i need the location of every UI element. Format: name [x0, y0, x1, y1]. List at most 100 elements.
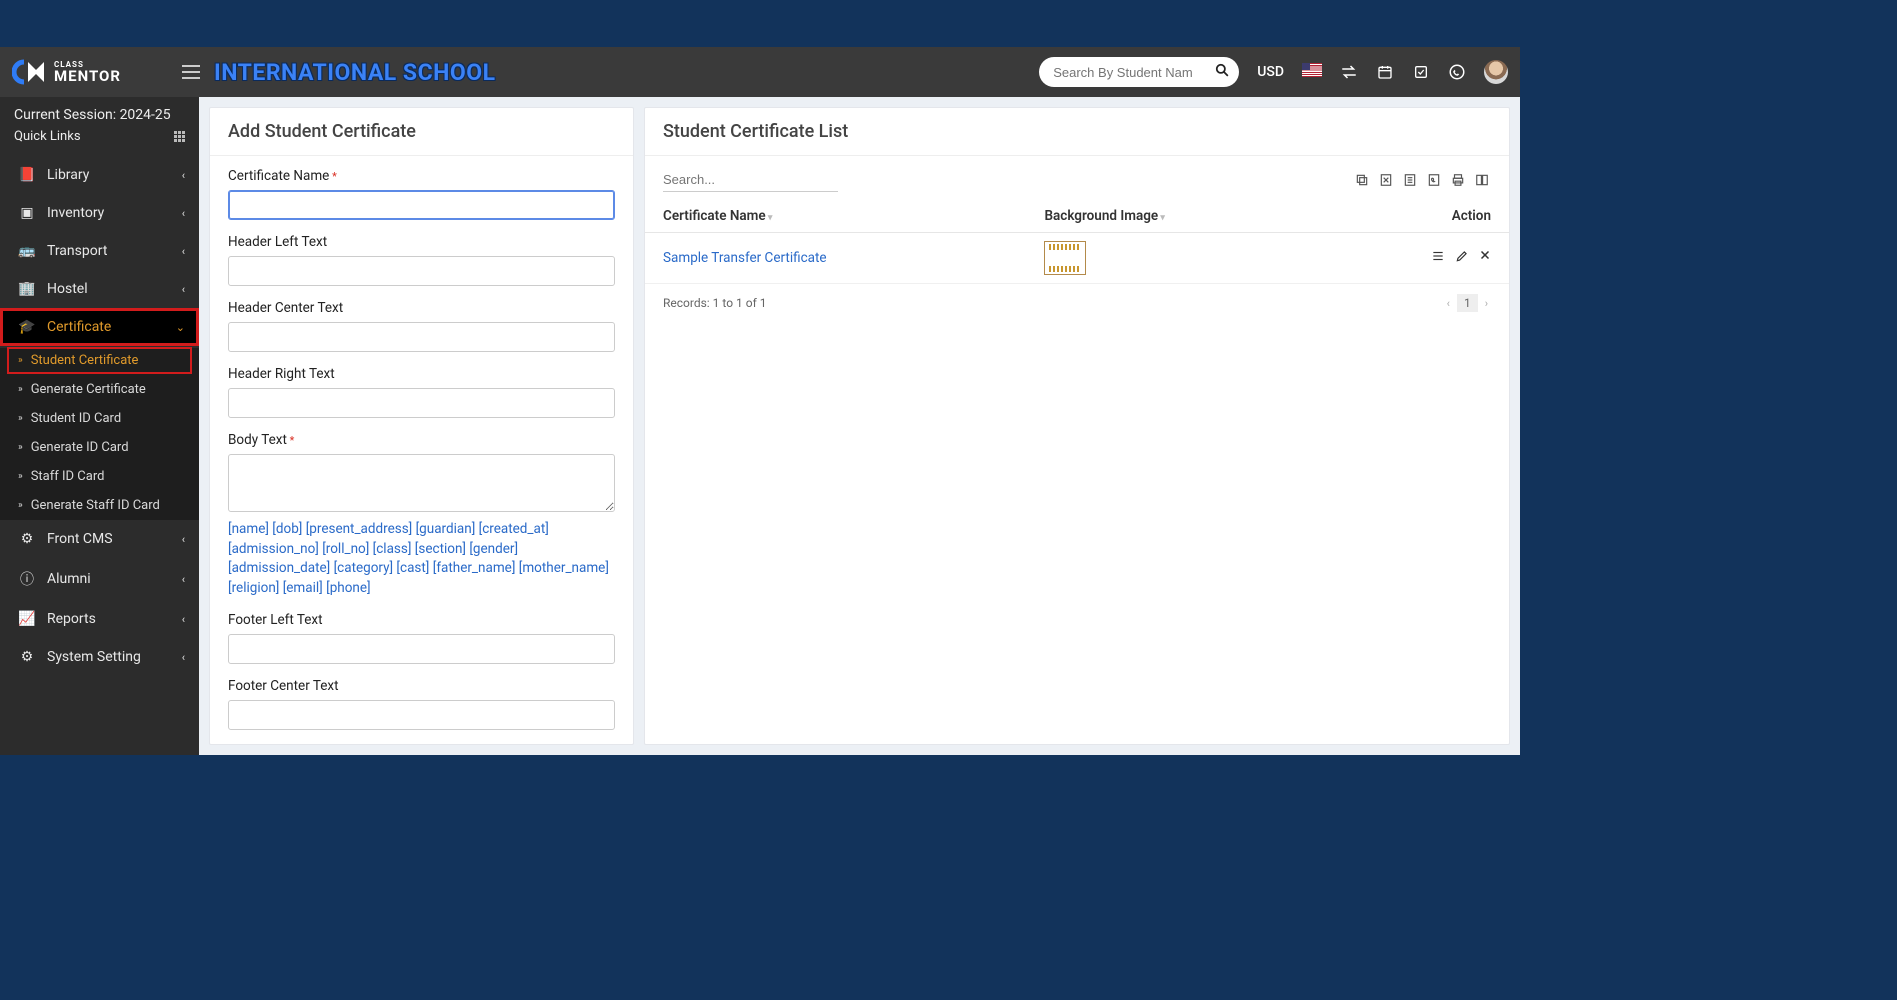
form-title: Add Student Certificate [210, 108, 633, 156]
student-search-input[interactable] [1053, 65, 1210, 80]
header-right-label: Header Right Text [228, 366, 615, 382]
edit-icon[interactable] [1455, 249, 1469, 267]
app-logo[interactable]: CLASSMENTOR [12, 58, 182, 86]
chevron-double-icon: » [18, 355, 23, 366]
logo-label-big: MENTOR [54, 69, 121, 84]
nav-certificate-submenu: »Student Certificate »Generate Certifica… [0, 348, 199, 520]
chevron-left-icon: ‹ [182, 207, 185, 220]
nav-alumni[interactable]: ⓘAlumni‹ [0, 558, 199, 600]
nav-certificate[interactable]: 🎓Certificate⌄ [0, 308, 199, 346]
nav-library-label: Library [47, 167, 89, 183]
excel-icon[interactable] [1377, 171, 1395, 189]
search-icon[interactable] [1211, 63, 1234, 81]
chevron-double-icon: » [18, 500, 23, 511]
subnav-generate-staff-id[interactable]: »Generate Staff ID Card [0, 491, 199, 520]
nav-system[interactable]: ⚙System Setting‹ [0, 638, 199, 676]
user-avatar[interactable] [1484, 60, 1508, 84]
globe-icon: ⚙ [17, 531, 37, 547]
export-toolbar [1353, 171, 1491, 189]
table-row: Sample Transfer Certificate [645, 233, 1509, 284]
print-icon[interactable] [1449, 171, 1467, 189]
currency-selector[interactable]: USD [1257, 64, 1284, 80]
top-banner [0, 0, 1520, 47]
view-icon[interactable] [1431, 249, 1445, 267]
subnav-label: Student Certificate [31, 353, 139, 368]
chevron-left-icon: ‹ [182, 573, 185, 586]
chevron-left-icon: ‹ [182, 651, 185, 664]
nav-inventory-label: Inventory [47, 205, 104, 221]
certificate-table: Certificate Name Background Image Action… [645, 200, 1509, 284]
subnav-generate-id[interactable]: »Generate ID Card [0, 433, 199, 462]
chevron-left-icon: ‹ [182, 533, 185, 546]
page-prev[interactable]: ‹ [1444, 297, 1453, 310]
add-certificate-card: Add Student Certificate Certificate Name… [209, 107, 634, 745]
col-certname[interactable]: Certificate Name [645, 200, 1026, 233]
footer-center-input[interactable] [228, 700, 615, 730]
col-action: Action [1325, 200, 1509, 233]
language-flag[interactable] [1302, 63, 1322, 81]
delete-icon[interactable] [1479, 249, 1491, 267]
list-title: Student Certificate List [645, 108, 1509, 156]
alumni-icon: ⓘ [17, 569, 37, 589]
certificate-icon: 🎓 [17, 319, 37, 335]
page-current[interactable]: 1 [1457, 294, 1478, 312]
whatsapp-icon[interactable] [1448, 63, 1466, 81]
nav-reports[interactable]: 📈Reports‹ [0, 600, 199, 638]
nav-hostel-label: Hostel [47, 281, 88, 297]
nav-inventory[interactable]: ▣ Inventory ‹ [0, 194, 199, 232]
sidebar: Current Session: 2024-25 Quick Links 📕Li… [0, 97, 199, 755]
book-icon: 📕 [17, 167, 37, 183]
chevron-down-icon: ⌄ [176, 321, 185, 334]
header-right-input[interactable] [228, 388, 615, 418]
nav-system-label: System Setting [47, 649, 141, 665]
bus-icon: 🚌 [17, 243, 37, 259]
copy-icon[interactable] [1353, 171, 1371, 189]
footer-left-label: Footer Left Text [228, 612, 615, 628]
subnav-label: Generate Certificate [31, 382, 146, 397]
certificate-link[interactable]: Sample Transfer Certificate [663, 250, 827, 266]
nav-transport-label: Transport [47, 243, 107, 259]
nav-library[interactable]: 📕Library‹ [0, 156, 199, 194]
subnav-student-certificate[interactable]: » Student Certificate [8, 348, 191, 373]
nav-frontcms-label: Front CMS [47, 531, 113, 547]
list-search-input[interactable] [663, 168, 838, 192]
columns-icon[interactable] [1473, 171, 1491, 189]
main-content: Add Student Certificate Certificate Name… [199, 97, 1520, 755]
task-icon[interactable] [1412, 63, 1430, 81]
certificate-list-card: Student Certificate List Certificate Na [644, 107, 1510, 745]
page-next[interactable]: › [1482, 297, 1491, 310]
pagination: ‹ 1 › [1444, 294, 1491, 312]
quick-links[interactable]: Quick Links [0, 125, 199, 156]
inventory-icon: ▣ [17, 205, 37, 221]
bottom-banner [0, 755, 1520, 800]
subnav-label: Staff ID Card [31, 469, 105, 484]
subnav-student-id[interactable]: » Student ID Card [0, 404, 199, 433]
body-label: Body Text [228, 432, 615, 448]
subnav-generate-certificate[interactable]: »Generate Certificate [0, 375, 199, 404]
nav-frontcms[interactable]: ⚙ Front CMS ‹ [0, 520, 199, 558]
footer-left-input[interactable] [228, 634, 615, 664]
subnav-label: Student ID Card [31, 411, 121, 426]
subnav-label: Generate ID Card [31, 440, 129, 455]
header-center-label: Header Center Text [228, 300, 615, 316]
header-center-input[interactable] [228, 322, 615, 352]
body-input[interactable] [228, 454, 615, 512]
menu-toggle-button[interactable] [182, 65, 200, 79]
certname-label: Certificate Name [228, 168, 615, 184]
pdf-icon[interactable] [1425, 171, 1443, 189]
col-background[interactable]: Background Image [1026, 200, 1325, 233]
chevron-double-icon: » [18, 471, 23, 482]
nav-transport[interactable]: 🚌Transport‹ [0, 232, 199, 270]
background-thumbnail [1044, 241, 1086, 275]
nav-hostel[interactable]: 🏢Hostel‹ [0, 270, 199, 308]
header-left-label: Header Left Text [228, 234, 615, 250]
header-left-input[interactable] [228, 256, 615, 286]
subnav-staff-id[interactable]: » Staff ID Card [0, 462, 199, 491]
csv-icon[interactable] [1401, 171, 1419, 189]
student-search[interactable] [1039, 57, 1239, 87]
template-tokens: [name] [dob] [present_address] [guardian… [228, 520, 615, 598]
swap-icon[interactable] [1340, 63, 1358, 81]
calendar-icon[interactable] [1376, 63, 1394, 81]
chevron-double-icon: » [18, 413, 23, 424]
certname-input[interactable] [228, 190, 615, 220]
